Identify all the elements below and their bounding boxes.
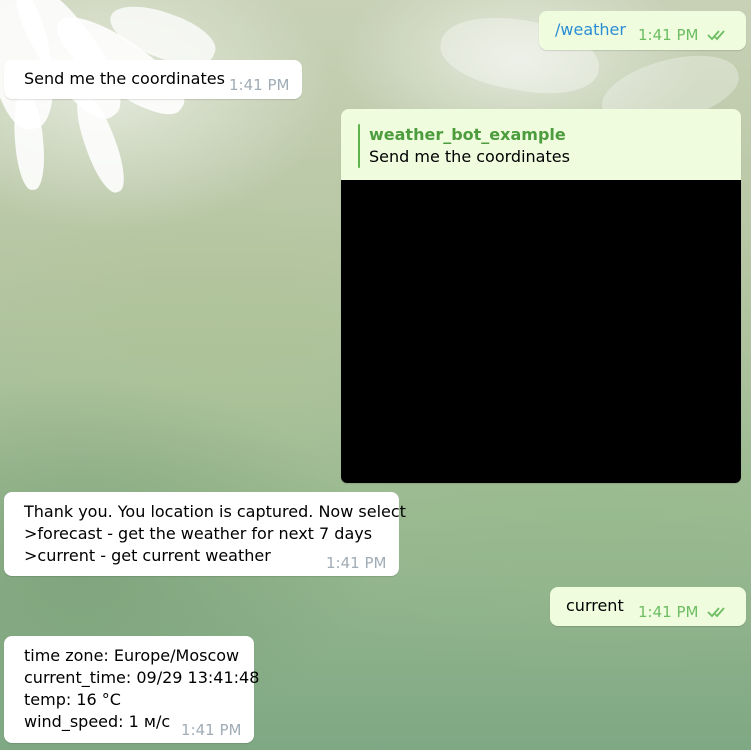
message-text: Send me the coordinates [24,69,225,88]
outgoing-message[interactable]: current 1:41 PM [550,587,746,626]
incoming-weather-message[interactable]: time zone: Europe/Moscow current_time: 0… [4,636,259,743]
location-map[interactable] [341,180,741,483]
incoming-message[interactable]: Send me the coordinates 1:41 PM [4,60,302,99]
incoming-message[interactable]: Thank you. You location is captured. Now… [4,492,406,576]
reply-quote-bar [358,124,360,168]
message-time: 1:41 PM [181,721,242,739]
double-check-icon [707,607,725,618]
bot-command-link[interactable]: /weather [555,19,626,41]
outgoing-message-weather-command[interactable]: /weather 1:41 PM [539,11,746,50]
double-check-icon [707,30,725,41]
message-line: current_time: 09/29 13:41:48 [24,668,260,687]
message-line: >forecast - get the weather for next 7 d… [24,524,373,543]
message-time: 1:41 PM [638,603,699,621]
reply-text: Send me the coordinates [369,147,570,166]
message-time: 1:41 PM [326,554,387,572]
message-text: current [566,596,624,615]
message-time: 1:41 PM [638,26,699,44]
reply-author[interactable]: weather_bot_example [369,124,566,146]
message-line: temp: 16 °C [24,690,121,709]
message-line: Thank you. You location is captured. Now… [24,502,406,521]
message-time: 1:41 PM [229,76,290,94]
message-line: time zone: Europe/Moscow [24,646,240,665]
outgoing-location-message[interactable]: weather_bot_example Send me the coordina… [341,109,741,483]
